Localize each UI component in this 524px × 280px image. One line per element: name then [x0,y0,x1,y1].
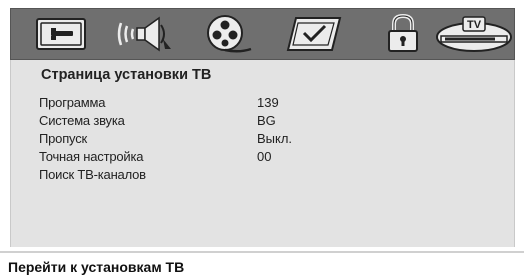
menu-item-value: BG [257,113,276,128]
settings-menu: Программа 139 Система звука BG Пропуск В… [39,95,339,185]
menu-item-channel-search[interactable]: Поиск ТВ-каналов [39,167,339,185]
preferences-tab-icon[interactable] [286,13,344,55]
menu-item-value: 00 [257,149,272,164]
audio-tab-icon[interactable] [115,13,175,55]
disc-video-tab-icon[interactable] [199,13,255,55]
page-title: Страница установки ТВ [41,67,212,83]
tv-setup-screen: TV Страница установки ТВ Программа 139 С… [0,0,524,280]
settings-tab-icon[interactable] [33,13,91,55]
menu-item-programme[interactable]: Программа 139 [39,95,339,113]
menu-item-label: Поиск ТВ-каналов [39,167,146,182]
tv-tab-icon[interactable]: TV [435,13,513,55]
menu-item-label: Точная настройка [39,149,144,164]
menu-item-sound-system[interactable]: Система звука BG [39,113,339,131]
menu-item-label: Пропуск [39,131,87,146]
tv-tab-label: TV [467,19,482,31]
hint-text: Перейти к установкам ТВ [8,259,185,275]
menu-item-fine-tune[interactable]: Точная настройка 00 [39,149,339,167]
tv-setup-panel: Страница установки ТВ Программа 139 Сист… [10,60,515,247]
menu-item-value: Выкл. [257,131,293,146]
menu-item-label: Система звука [39,113,125,128]
lock-tab-icon[interactable] [383,13,423,55]
menu-item-skip[interactable]: Пропуск Выкл. [39,131,339,149]
menu-tab-bar: TV [10,8,515,60]
hint-bar: Перейти к установкам ТВ [0,251,524,280]
menu-item-label: Программа [39,95,106,110]
menu-item-value: 139 [257,95,279,110]
